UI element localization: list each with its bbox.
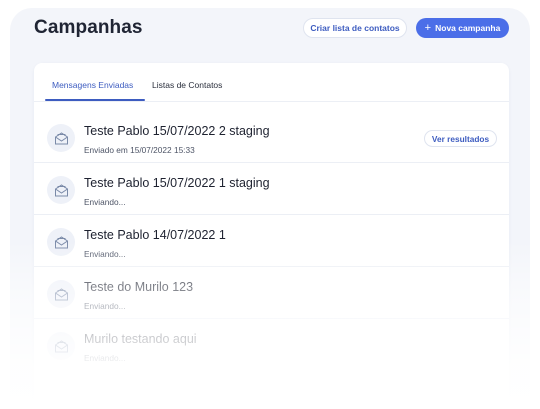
- campaign-status: Enviado em 15/07/2022 15:33: [84, 145, 195, 155]
- view-results-button[interactable]: Ver resultados: [424, 130, 497, 147]
- campaigns-card: Mensagens Enviadas Listas de Contatos Te…: [34, 63, 509, 409]
- envelope-icon: [47, 332, 75, 360]
- tabs-divider: [34, 101, 509, 102]
- plus-icon: +: [424, 21, 432, 34]
- campaign-row[interactable]: Teste Pablo 15/07/2022 2 staging Enviado…: [34, 111, 509, 163]
- campaign-title: Teste Pablo 15/07/2022 2 staging: [84, 124, 270, 138]
- campaign-row[interactable]: Teste do Murilo 123 Enviando...: [34, 267, 509, 319]
- campaign-status: Enviando...: [84, 301, 126, 311]
- campaign-row[interactable]: Teste Pablo 14/07/2022 1 Enviando...: [34, 215, 509, 267]
- campaign-row[interactable]: Murilo testando aqui Enviando...: [34, 319, 509, 371]
- tab-bar: Mensagens Enviadas Listas de Contatos: [34, 63, 509, 103]
- app-window: Campanhas Criar lista de contatos + Nova…: [10, 8, 530, 409]
- campaign-title: Teste Pablo 15/07/2022 1 staging: [84, 176, 270, 190]
- page-title: Campanhas: [34, 17, 143, 38]
- tab-sent-messages[interactable]: Mensagens Enviadas: [52, 80, 133, 90]
- new-campaign-button[interactable]: + Nova campanha: [416, 18, 509, 38]
- envelope-icon: [47, 228, 75, 256]
- envelope-icon: [47, 176, 75, 204]
- campaign-status: Enviando...: [84, 353, 126, 363]
- campaign-title: Teste do Murilo 123: [84, 280, 194, 294]
- campaign-status: Enviando...: [84, 197, 126, 207]
- campaign-list: Teste Pablo 15/07/2022 2 staging Enviado…: [34, 111, 509, 371]
- envelope-icon: [47, 280, 75, 308]
- campaign-title: Teste Pablo 14/07/2022 1: [84, 228, 226, 242]
- create-contact-list-button[interactable]: Criar lista de contatos: [303, 18, 407, 38]
- campaign-title: Murilo testando aqui: [84, 332, 197, 346]
- campaign-row[interactable]: Teste Pablo 15/07/2022 1 staging Enviand…: [34, 163, 509, 215]
- page-header: Campanhas Criar lista de contatos + Nova…: [10, 8, 530, 63]
- envelope-icon: [47, 124, 75, 152]
- campaign-status: Enviando...: [84, 249, 126, 259]
- tab-contact-lists[interactable]: Listas de Contatos: [152, 80, 222, 90]
- new-campaign-label: Nova campanha: [435, 23, 501, 33]
